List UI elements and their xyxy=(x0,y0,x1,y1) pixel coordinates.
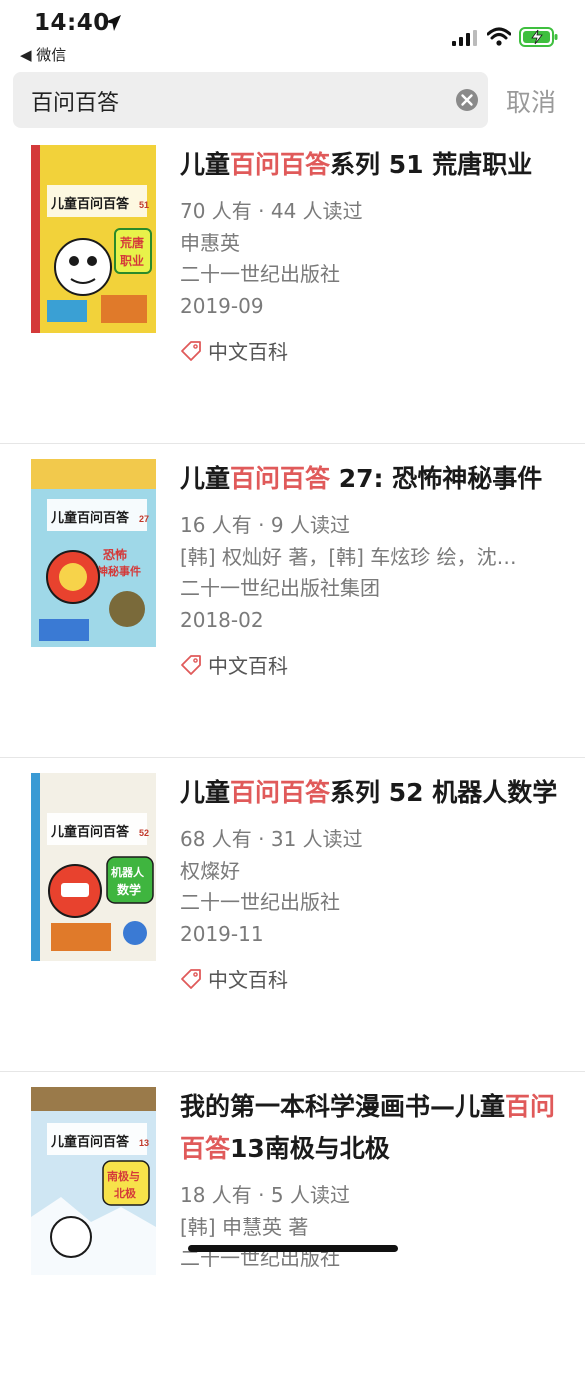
cover-number: 51 xyxy=(139,200,149,210)
title-highlight: 百问百答 xyxy=(230,778,331,807)
cover-character-eye xyxy=(87,256,97,266)
list-item[interactable]: 儿童百问百答 52 机器人 数学 儿童百问百答系列 52 机器人数学 68 人有… xyxy=(0,758,585,1072)
cover-topic-2: 数学 xyxy=(117,882,141,897)
cover-decoration xyxy=(109,591,145,627)
search-query[interactable]: 百问百答 xyxy=(31,85,119,117)
cover-header xyxy=(31,459,156,489)
cover-number: 13 xyxy=(139,1138,149,1148)
tag-label: 中文百科 xyxy=(208,654,288,678)
book-publisher: 二十一世纪出版社集团 xyxy=(180,576,380,600)
cover-spine xyxy=(31,773,40,961)
title-prefix: 我的第一本科学漫画书—儿童 xyxy=(180,1092,506,1121)
book-stats: 18 人有 · 5 人读过 xyxy=(180,1183,350,1207)
book-info: 儿童百问百答系列 51 荒唐职业 70 人有 · 44 人读过 申惠英 二十一世… xyxy=(180,144,565,365)
cover-series: 儿童百问百答 xyxy=(50,196,130,211)
cover-character xyxy=(54,238,112,296)
cover-decoration xyxy=(47,300,87,322)
cover-series: 儿童百问百答 xyxy=(50,510,130,525)
book-date: 2019-09 xyxy=(180,293,264,318)
book-cover[interactable]: 儿童百问百答 27 恐怖 神秘事件 xyxy=(31,459,156,647)
cover-topic-2: 北极 xyxy=(114,1186,137,1200)
home-indicator[interactable] xyxy=(188,1245,398,1252)
title-prefix: 儿童 xyxy=(180,464,231,493)
cover-topic-2: 职业 xyxy=(120,253,144,268)
cover-series: 儿童百问百答 xyxy=(50,1134,130,1149)
book-title[interactable]: 我的第一本科学漫画书—儿童百问百答13南极与北极 xyxy=(180,1086,565,1170)
book-title[interactable]: 儿童百问百答系列 51 荒唐职业 xyxy=(180,144,565,186)
book-stats: 68 人有 · 31 人读过 xyxy=(180,827,363,851)
book-cover[interactable]: 儿童百问百答 51 荒唐 职业 xyxy=(31,145,156,333)
book-cover[interactable]: 儿童百问百答 13 南极与 北极 xyxy=(31,1087,156,1275)
status-bar: 14:40 ◀ 微信 xyxy=(0,0,585,68)
cover-decoration xyxy=(39,619,89,641)
cover-topic-2: 神秘事件 xyxy=(97,564,141,578)
book-cover[interactable]: 儿童百问百答 52 机器人 数学 xyxy=(31,773,156,961)
book-author: [韩] 权灿好 著，[韩] 车炫珍 绘，沈… xyxy=(180,544,517,569)
title-suffix: 13南极与北极 xyxy=(230,1134,390,1163)
clear-icon[interactable] xyxy=(455,88,479,112)
title-highlight: 百问百答 xyxy=(230,464,331,493)
cancel-button[interactable]: 取消 xyxy=(506,83,556,119)
book-publisher: 二十一世纪出版社 xyxy=(180,262,340,286)
book-author: [韩] 申慧英 著 xyxy=(180,1214,309,1239)
book-cover-art: 儿童百问百答 52 机器人 数学 xyxy=(31,773,156,961)
title-suffix: 系列 51 荒唐职业 xyxy=(330,150,533,179)
book-cover-art: 儿童百问百答 51 荒唐 职业 xyxy=(31,145,156,333)
cover-decoration xyxy=(51,923,111,951)
cover-decoration xyxy=(123,921,147,945)
book-title[interactable]: 儿童百问百答 27: 恐怖神秘事件 xyxy=(180,458,565,500)
book-author: 申惠英 xyxy=(180,230,240,255)
cover-topic-1: 荒唐 xyxy=(119,235,144,250)
cover-character-eye xyxy=(69,256,79,266)
signal-icon xyxy=(452,30,477,46)
book-date: 2018-02 xyxy=(180,607,264,632)
cover-character xyxy=(50,1216,92,1258)
tag-label: 中文百科 xyxy=(208,968,288,992)
list-item[interactable]: 儿童百问百答 13 南极与 北极 我的第一本科学漫画书—儿童百问百答13南极与北… xyxy=(0,1072,585,1385)
search-input[interactable]: 百问百答 xyxy=(13,72,488,128)
book-info: 儿童百问百答 27: 恐怖神秘事件 16 人有 · 9 人读过 [韩] 权灿好 … xyxy=(180,458,565,679)
cover-header xyxy=(31,1087,156,1111)
list-item[interactable]: 儿童百问百答 51 荒唐 职业 儿童百问百答系列 51 荒唐职业 70 人有 ·… xyxy=(0,130,585,444)
cover-series: 儿童百问百答 xyxy=(50,824,130,839)
cover-spine xyxy=(31,145,40,333)
results-list: 儿童百问百答 51 荒唐 职业 儿童百问百答系列 51 荒唐职业 70 人有 ·… xyxy=(0,130,585,1385)
cover-topic-1: 恐怖 xyxy=(103,547,127,562)
book-author: 权燦好 xyxy=(180,858,240,883)
tag-label: 中文百科 xyxy=(208,340,288,364)
cover-number: 52 xyxy=(139,828,149,838)
cover-character-face xyxy=(59,563,87,591)
title-highlight: 百问百答 xyxy=(230,150,331,179)
book-date: 2019-11 xyxy=(180,921,264,946)
book-info: 儿童百问百答系列 52 机器人数学 68 人有 · 31 人读过 权燦好 二十一… xyxy=(180,772,565,993)
book-stats: 16 人有 · 9 人读过 xyxy=(180,513,350,537)
wifi-icon xyxy=(487,27,511,46)
status-time: 14:40 xyxy=(34,10,110,36)
tag-icon xyxy=(181,340,201,361)
location-arrow-icon xyxy=(105,15,121,31)
back-to-wechat[interactable]: ◀ 微信 xyxy=(20,44,66,65)
book-stats: 70 人有 · 44 人读过 xyxy=(180,199,363,223)
tag-icon xyxy=(181,654,201,675)
tag-icon xyxy=(181,968,201,989)
cover-character-face xyxy=(61,883,89,897)
title-suffix: 27: 恐怖神秘事件 xyxy=(330,464,543,493)
title-suffix: 系列 52 机器人数学 xyxy=(330,778,558,807)
search-bar: 百问百答 取消 xyxy=(0,72,585,130)
book-tag[interactable]: 中文百科 xyxy=(180,650,565,679)
cover-decoration xyxy=(101,295,147,323)
cover-topic-1: 南极与 xyxy=(107,1169,140,1183)
title-prefix: 儿童 xyxy=(180,150,231,179)
list-item[interactable]: 儿童百问百答 27 恐怖 神秘事件 儿童百问百答 27: 恐怖神秘事件 16 人… xyxy=(0,444,585,758)
book-cover-art: 儿童百问百答 13 南极与 北极 xyxy=(31,1087,156,1275)
cover-number: 27 xyxy=(139,514,149,524)
book-publisher: 二十一世纪出版社 xyxy=(180,890,340,914)
book-cover-art: 儿童百问百答 27 恐怖 神秘事件 xyxy=(31,459,156,647)
cover-topic-1: 机器人 xyxy=(111,865,145,879)
book-tag[interactable]: 中文百科 xyxy=(180,336,565,365)
book-title[interactable]: 儿童百问百答系列 52 机器人数学 xyxy=(180,772,565,814)
title-prefix: 儿童 xyxy=(180,778,231,807)
battery-charging-icon xyxy=(519,27,558,47)
book-tag[interactable]: 中文百科 xyxy=(180,964,565,993)
